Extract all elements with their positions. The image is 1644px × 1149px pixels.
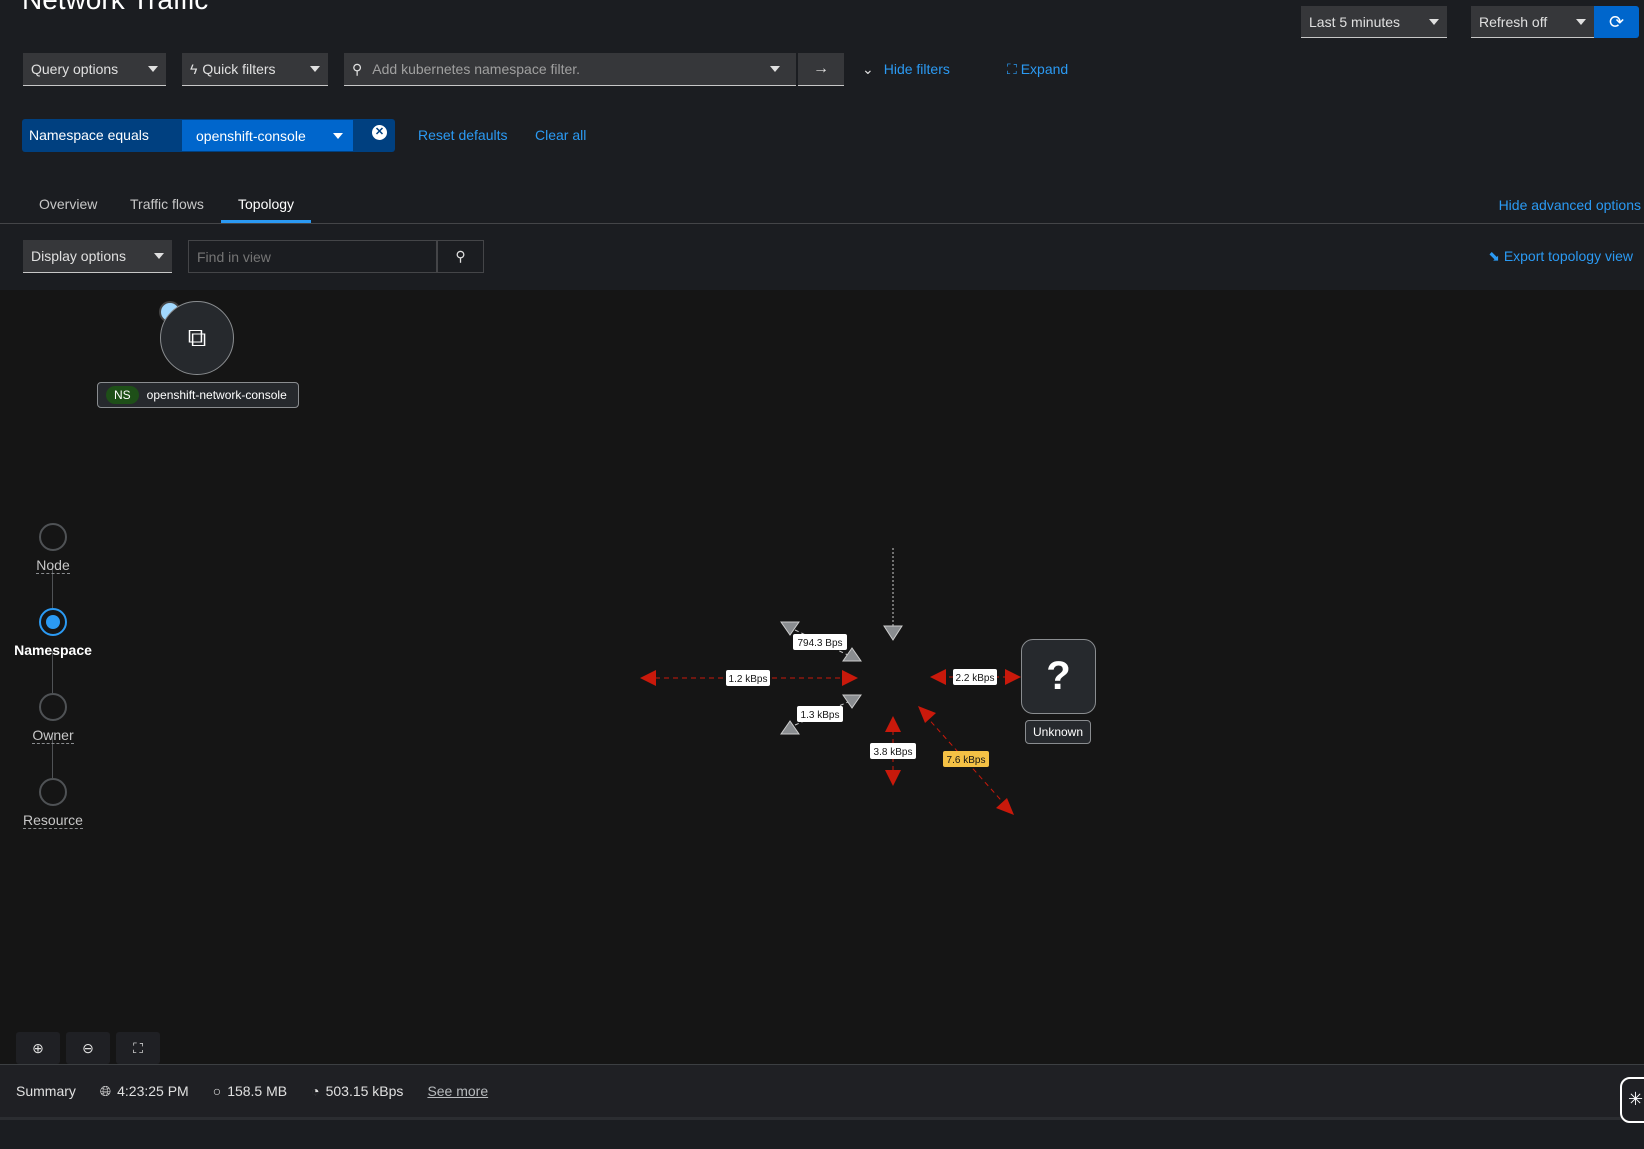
edge-2-2[interactable]: 2.2 kBps: [930, 669, 1021, 685]
see-more-link[interactable]: See more: [427, 1083, 488, 1099]
question-icon: ?: [1046, 654, 1071, 698]
unknown-node[interactable]: ?: [1021, 639, 1096, 714]
summary-time: 4:23:25 PM: [117, 1083, 189, 1099]
edge-7-6[interactable]: 7.6 kBps: [918, 706, 1014, 815]
zoom-in-button[interactable]: ⊕: [16, 1032, 60, 1064]
zoom-out-icon: ⊖: [82, 1039, 94, 1056]
spinner-icon: ✳: [1628, 1089, 1644, 1109]
edge-label: 2.2 kBps: [956, 673, 995, 684]
loading-spinner-button[interactable]: ✳: [1620, 1077, 1644, 1123]
globe-icon: 🌐︎: [99, 1082, 112, 1099]
summary-memory: 158.5 MB: [227, 1083, 288, 1099]
edge-label: 7.6 kBps: [947, 755, 986, 766]
zoom-in-icon: ⊕: [32, 1039, 44, 1056]
fit-icon: ⛶: [133, 1039, 143, 1056]
summary-label: Summary: [16, 1083, 76, 1099]
edge-label: 3.8 kBps: [874, 747, 913, 758]
edge-3-8[interactable]: 3.8 kBps: [870, 716, 916, 786]
dashboard-icon: ◔: [311, 1083, 320, 1099]
edges-layer: 794.3 Bps 1.2 kBps 1.3 kBps 2.2 kBps 3.8…: [640, 548, 1021, 815]
edge-1-3[interactable]: 1.3 kBps: [780, 694, 862, 735]
summary-rate: 503.15 kBps: [325, 1083, 404, 1099]
edge-top[interactable]: [883, 548, 903, 641]
zoom-out-button[interactable]: ⊖: [66, 1032, 110, 1064]
fit-to-screen-button[interactable]: ⛶: [116, 1032, 160, 1064]
edge-label: 794.3 Bps: [797, 638, 842, 649]
edge-label: 1.3 kBps: [801, 710, 840, 721]
edge-794[interactable]: 794.3 Bps: [780, 621, 862, 662]
summary-bar: Summary 🌐︎ 4:23:25 PM ○ 158.5 MB ◔ 503.1…: [0, 1064, 1644, 1120]
edge-label: 1.2 kBps: [729, 674, 768, 685]
memory-icon: ○: [212, 1083, 222, 1099]
edge-1-2[interactable]: 1.2 kBps: [640, 670, 858, 686]
unknown-node-label[interactable]: Unknown: [1025, 720, 1091, 744]
